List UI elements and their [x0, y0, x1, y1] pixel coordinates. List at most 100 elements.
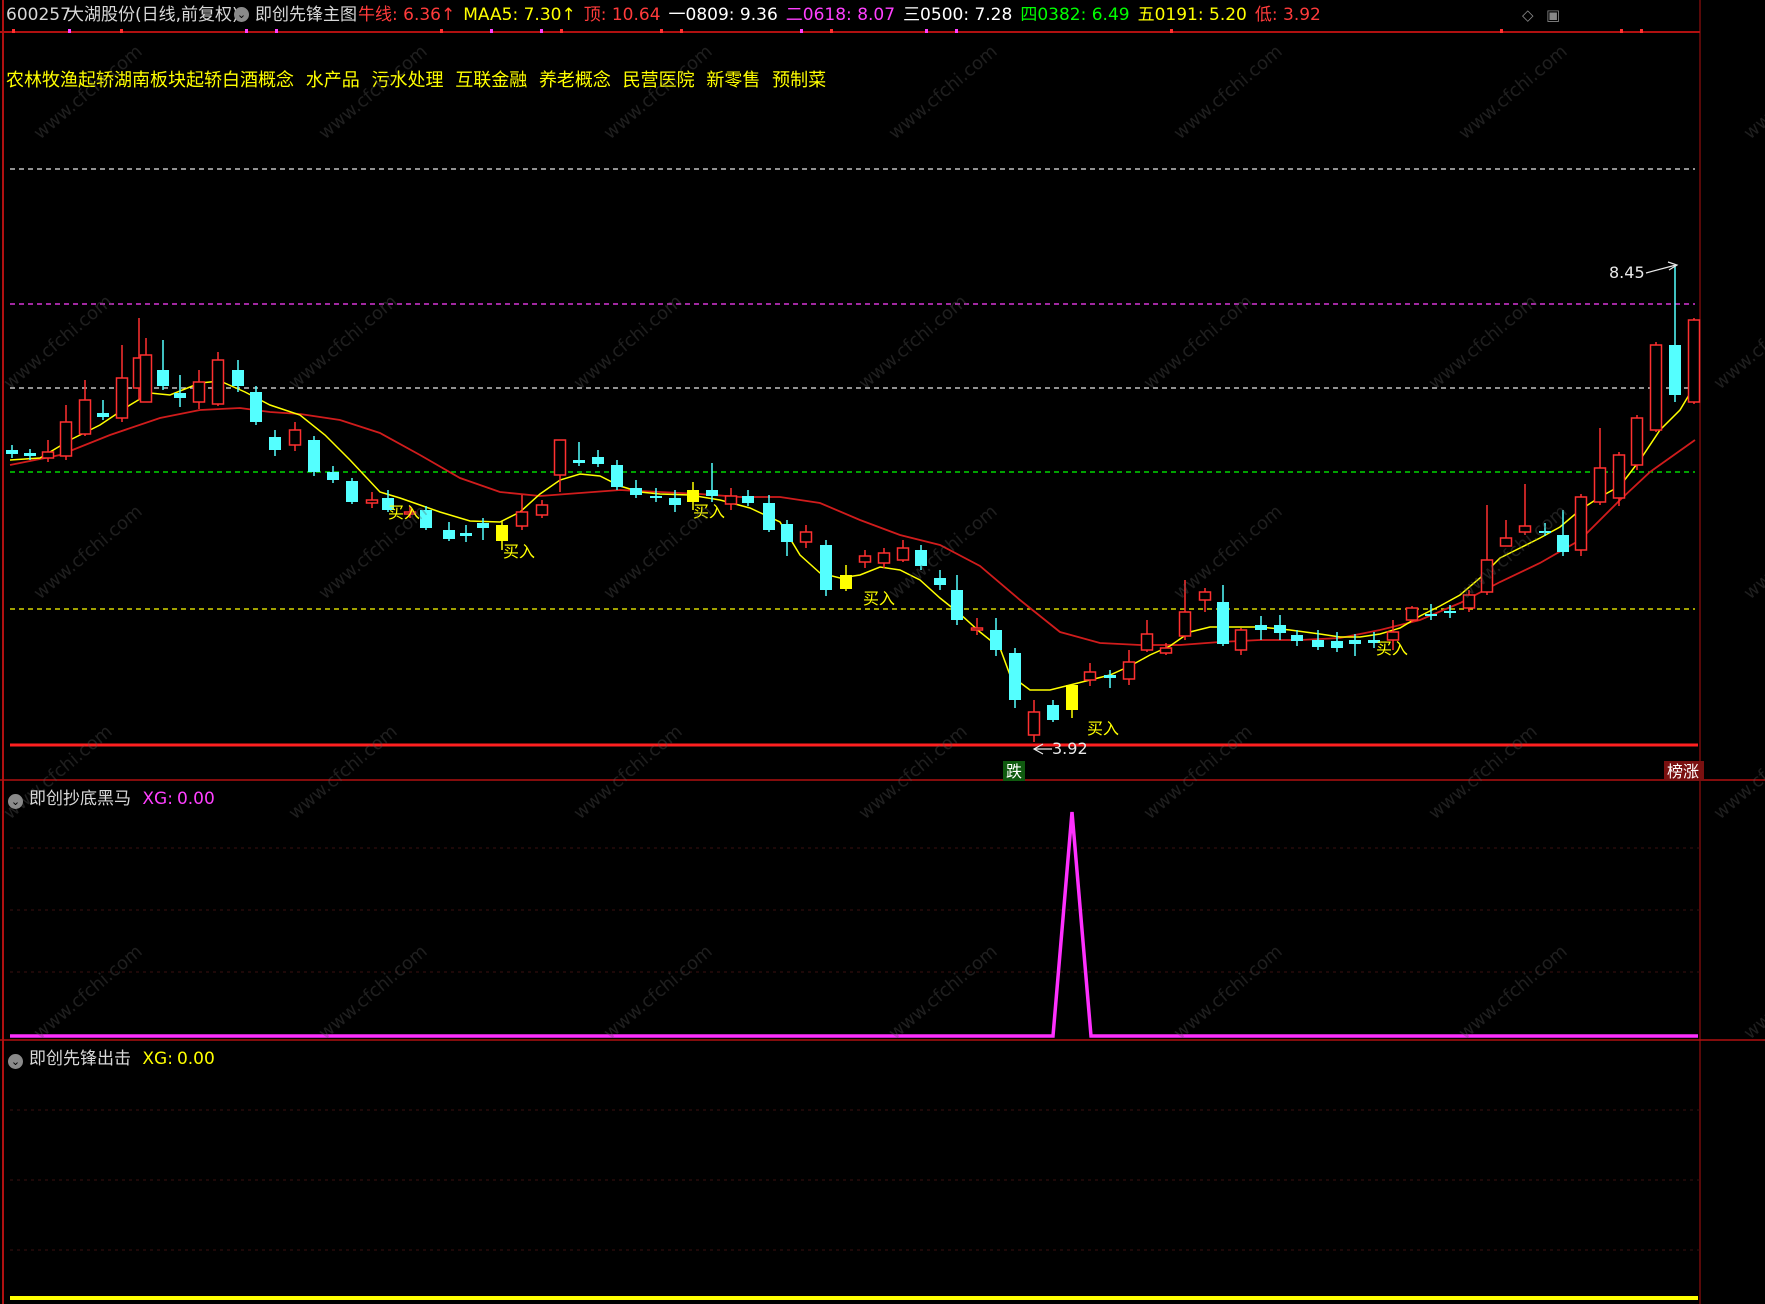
candle[interactable] [611, 460, 623, 490]
watermark-text: www.cfchi.com [1455, 41, 1572, 144]
chevron-down-icon[interactable]: ⌄ [8, 794, 23, 809]
candle[interactable] [1574, 494, 1588, 556]
candle[interactable] [1687, 318, 1701, 404]
watermark-text: www.cfchi.com [885, 941, 1002, 1044]
low-price-label: 3.92 [1052, 739, 1088, 758]
watermark-text: www.cfchi.com [1455, 501, 1572, 604]
panel3-name[interactable]: 即创先锋出击 [29, 1049, 131, 1069]
candle[interactable] [724, 488, 738, 510]
candle[interactable] [896, 540, 910, 562]
candle[interactable] [288, 422, 302, 451]
candle[interactable] [934, 570, 946, 590]
chart-frame [0, 0, 1765, 1304]
panel2-title: ⌄ 即创抄底黑马 XG: 0.00 [8, 784, 215, 809]
candle[interactable] [1027, 700, 1041, 742]
candle[interactable] [1405, 606, 1419, 622]
candle[interactable] [59, 405, 73, 460]
watermark-text: www.cfchi.com [315, 41, 432, 144]
ruler-tick [120, 29, 123, 33]
candle[interactable] [1083, 663, 1097, 686]
candle[interactable] [630, 480, 642, 498]
ruler-tick [490, 29, 493, 33]
watermark-text: www.cfchi.com [0, 291, 117, 394]
panel3-xg-label: XG: [142, 1049, 173, 1069]
candle[interactable] [573, 442, 585, 466]
candle[interactable] [592, 450, 604, 467]
candle[interactable] [1009, 648, 1021, 708]
candle[interactable] [269, 430, 281, 456]
candle[interactable] [1066, 684, 1078, 718]
candle[interactable] [799, 525, 813, 548]
candle[interactable] [877, 548, 891, 568]
watermark-text: www.cfchi.com [1710, 721, 1765, 824]
watermark-text: www.cfchi.com [570, 721, 687, 824]
candle[interactable] [346, 478, 358, 504]
candle[interactable] [1122, 650, 1136, 685]
watermark-text: www.cfchi.com [1425, 291, 1542, 394]
ruler-tick [440, 29, 443, 33]
candle[interactable] [706, 463, 718, 502]
panel2-name[interactable]: 即创抄底黑马 [29, 789, 131, 809]
candle[interactable] [6, 445, 18, 458]
candle[interactable] [115, 345, 129, 422]
candle[interactable] [78, 380, 92, 436]
watermark-text: www.cfchi.com [1710, 291, 1765, 394]
candle[interactable] [365, 492, 379, 508]
candle[interactable] [535, 500, 549, 518]
ma-short-line [9, 380, 1696, 691]
candle[interactable] [1255, 616, 1267, 640]
candle[interactable] [553, 439, 567, 492]
kline-chart[interactable]: 买入买入买入买入买入买入 8.45 3.92 跌 榜涨 www.cfchi.co… [0, 0, 1765, 1304]
candle[interactable] [443, 522, 455, 541]
candle[interactable] [1630, 415, 1644, 470]
candle[interactable] [650, 488, 662, 502]
watermark-text: www.cfchi.com [600, 41, 717, 144]
watermark-text: www.cfchi.com [1170, 501, 1287, 604]
candle[interactable] [97, 400, 109, 420]
candle[interactable] [1047, 700, 1059, 722]
candle[interactable] [781, 520, 793, 556]
candle[interactable] [250, 386, 262, 425]
watermark-text: www.cfchi.com [315, 941, 432, 1044]
candle[interactable] [1669, 265, 1681, 402]
candle[interactable] [858, 550, 872, 568]
candle[interactable] [1291, 630, 1303, 646]
candle[interactable] [742, 490, 754, 506]
watermark-text: www.cfchi.com [1140, 291, 1257, 394]
candle[interactable] [1140, 620, 1154, 652]
candle[interactable] [1593, 428, 1607, 505]
candle[interactable] [1331, 632, 1343, 652]
candle[interactable] [460, 525, 472, 542]
high-marker: 8.45 [1609, 261, 1679, 282]
candle[interactable] [327, 466, 339, 483]
candle[interactable] [840, 565, 852, 591]
candle[interactable] [192, 370, 206, 409]
chevron-down-icon[interactable]: ⌄ [8, 1054, 23, 1069]
candle[interactable] [211, 352, 225, 406]
candle[interactable] [763, 495, 775, 532]
watermark-text: www.cfchi.com [600, 941, 717, 1044]
candle[interactable] [1217, 585, 1229, 646]
candle[interactable] [139, 338, 153, 403]
ruler-tick [660, 29, 663, 33]
candle[interactable] [1444, 605, 1456, 618]
badge-fall-text: 跌 [1006, 762, 1022, 781]
ruler-tick [955, 29, 958, 33]
candle[interactable] [1649, 342, 1663, 432]
candle[interactable] [951, 575, 963, 625]
badge-rise-text: 榜涨 [1667, 762, 1699, 781]
candle[interactable] [820, 540, 832, 596]
candle[interactable] [174, 375, 186, 407]
candle[interactable] [1612, 452, 1626, 506]
candle[interactable] [515, 495, 529, 530]
candle[interactable] [308, 436, 320, 476]
panel2-xg-label: XG: [142, 789, 173, 809]
watermark-text: www.cfchi.com [285, 291, 402, 394]
watermark-text: www.cfchi.com [1740, 941, 1765, 1044]
watermark-text: www.cfchi.com [855, 291, 972, 394]
candle[interactable] [1274, 615, 1286, 640]
candle[interactable] [157, 340, 169, 390]
candlestick-series[interactable] [6, 265, 1701, 742]
watermark-text: www.cfchi.com [30, 41, 147, 144]
candle[interactable] [1234, 628, 1248, 655]
